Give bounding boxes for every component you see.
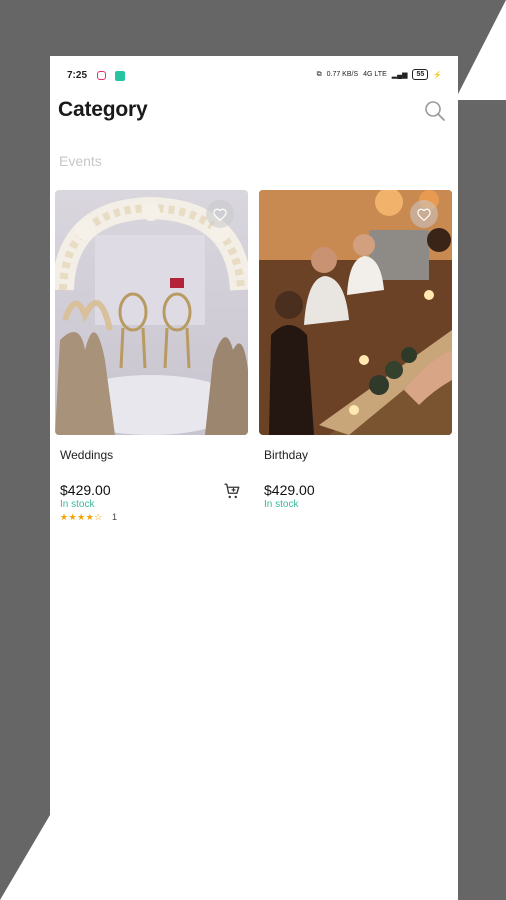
product-price: $429.00 xyxy=(264,482,315,498)
favorite-heart-icon[interactable] xyxy=(206,200,234,228)
product-name: Birthday xyxy=(264,448,309,462)
add-to-cart-icon[interactable] xyxy=(223,482,241,500)
network-label: 4G LTE xyxy=(363,71,387,78)
status-indicators: ⧉ 0.77 KB/S 4G LTE ▂▄▆ 55 ⚡ xyxy=(317,69,442,80)
product-card-birthday[interactable]: Birthday $429.00 In stock xyxy=(259,190,452,510)
product-image-weddings[interactable] xyxy=(55,190,248,435)
stock-status: In stock xyxy=(60,499,95,510)
app-notification-icon xyxy=(115,71,125,81)
instagram-notification-icon xyxy=(97,71,106,80)
search-icon[interactable] xyxy=(424,100,446,122)
vibrate-icon: ⧉ xyxy=(316,70,322,78)
favorite-heart-icon[interactable] xyxy=(410,200,438,228)
phone-screen: 7:25 ⧉ 0.77 KB/S 4G LTE ▂▄▆ 55 ⚡ Categor… xyxy=(50,56,458,900)
signal-icon: ▂▄▆ xyxy=(391,71,408,79)
rating-stars: ★★★★☆ xyxy=(60,512,103,522)
status-time: 7:25 xyxy=(67,70,88,81)
section-label: Events xyxy=(59,153,102,169)
product-image-birthday[interactable] xyxy=(259,190,452,435)
status-bar: 7:25 ⧉ 0.77 KB/S 4G LTE ▂▄▆ 55 ⚡ xyxy=(50,56,458,96)
net-speed: 0.77 KB/S xyxy=(326,71,359,78)
rating-count: 1 xyxy=(112,512,118,522)
battery-icon: 55 xyxy=(412,69,429,80)
product-price: $429.00 xyxy=(60,482,111,498)
charging-icon: ⚡ xyxy=(433,71,442,79)
product-card-weddings[interactable]: Weddings $429.00 In stock ★★★★☆ 1 xyxy=(55,190,248,522)
product-name: Weddings xyxy=(60,448,114,462)
page-title: Category xyxy=(58,98,148,121)
stock-status: In stock xyxy=(264,499,299,510)
